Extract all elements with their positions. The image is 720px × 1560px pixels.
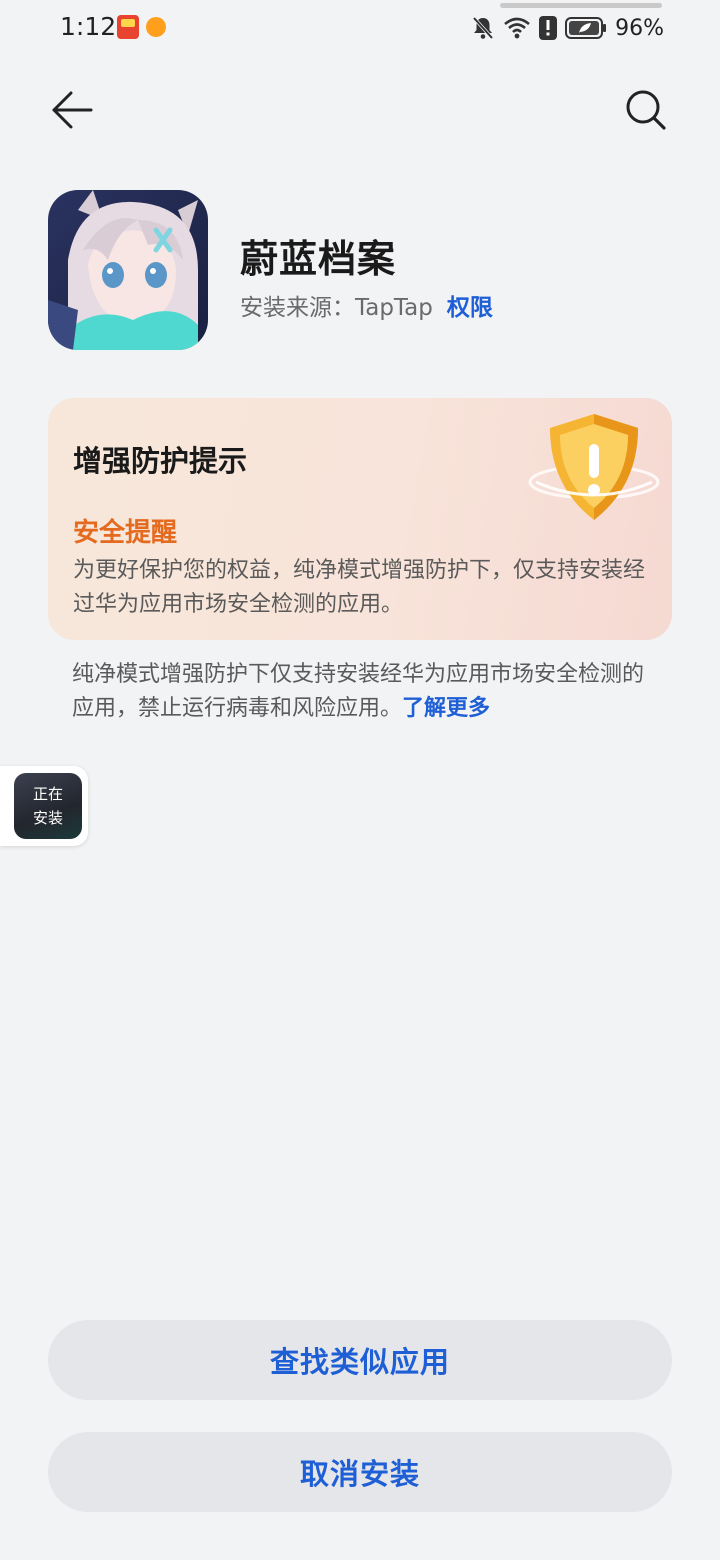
app-character-icon bbox=[48, 190, 208, 350]
app-icon bbox=[48, 190, 208, 350]
notification-app-icon bbox=[117, 15, 139, 39]
warning-subtitle: 安全提醒 bbox=[73, 518, 178, 548]
app-name: 蔚蓝档案 bbox=[240, 237, 397, 281]
shield-warning-icon bbox=[528, 414, 660, 520]
warning-title: 增强防护提示 bbox=[73, 444, 248, 478]
status-icons: 96% bbox=[471, 12, 664, 44]
installing-app-thumbnail: 正在安装 bbox=[14, 773, 82, 839]
installing-bubble[interactable]: 正在安装 bbox=[0, 766, 88, 846]
install-source-label: 安装来源：TapTap bbox=[240, 295, 433, 321]
search-icon bbox=[626, 90, 666, 130]
alert-icon bbox=[539, 16, 558, 40]
notification-app-icon bbox=[146, 17, 166, 37]
status-bar: 1:12 96% bbox=[0, 0, 720, 56]
protection-info-text: 纯净模式增强防护下仅支持安装经华为应用市场安全检测的应用，禁止运行病毒和风险应用… bbox=[72, 662, 645, 721]
top-handle bbox=[500, 3, 662, 8]
back-button[interactable] bbox=[46, 86, 98, 134]
learn-more-link[interactable]: 了解更多 bbox=[402, 696, 490, 721]
permissions-link[interactable]: 权限 bbox=[447, 288, 493, 322]
battery-percent: 96% bbox=[615, 15, 664, 41]
warning-body: 为更好保护您的权益，纯净模式增强防护下，仅支持安装经过华为应用市场安全检测的应用… bbox=[73, 558, 646, 617]
search-button[interactable] bbox=[620, 84, 672, 136]
install-source: 安装来源：TapTap 权限 bbox=[240, 288, 493, 322]
status-time: 1:12 bbox=[60, 12, 117, 41]
find-similar-apps-button[interactable]: 查找类似应用 bbox=[48, 1320, 672, 1400]
wifi-icon bbox=[504, 17, 530, 39]
back-arrow-icon bbox=[52, 91, 93, 129]
installing-label: 正在安装 bbox=[32, 785, 63, 827]
mute-bell-icon bbox=[472, 16, 494, 40]
battery-icon bbox=[565, 17, 607, 39]
protection-info: 纯净模式增强防护下仅支持安装经华为应用市场安全检测的应用，禁止运行病毒和风险应用… bbox=[72, 658, 662, 726]
security-warning-card: 增强防护提示 安全提醒 为更好保护您的权益，纯净模式增强防护下，仅支持安装经过华… bbox=[48, 398, 672, 640]
cancel-install-button[interactable]: 取消安装 bbox=[48, 1432, 672, 1512]
